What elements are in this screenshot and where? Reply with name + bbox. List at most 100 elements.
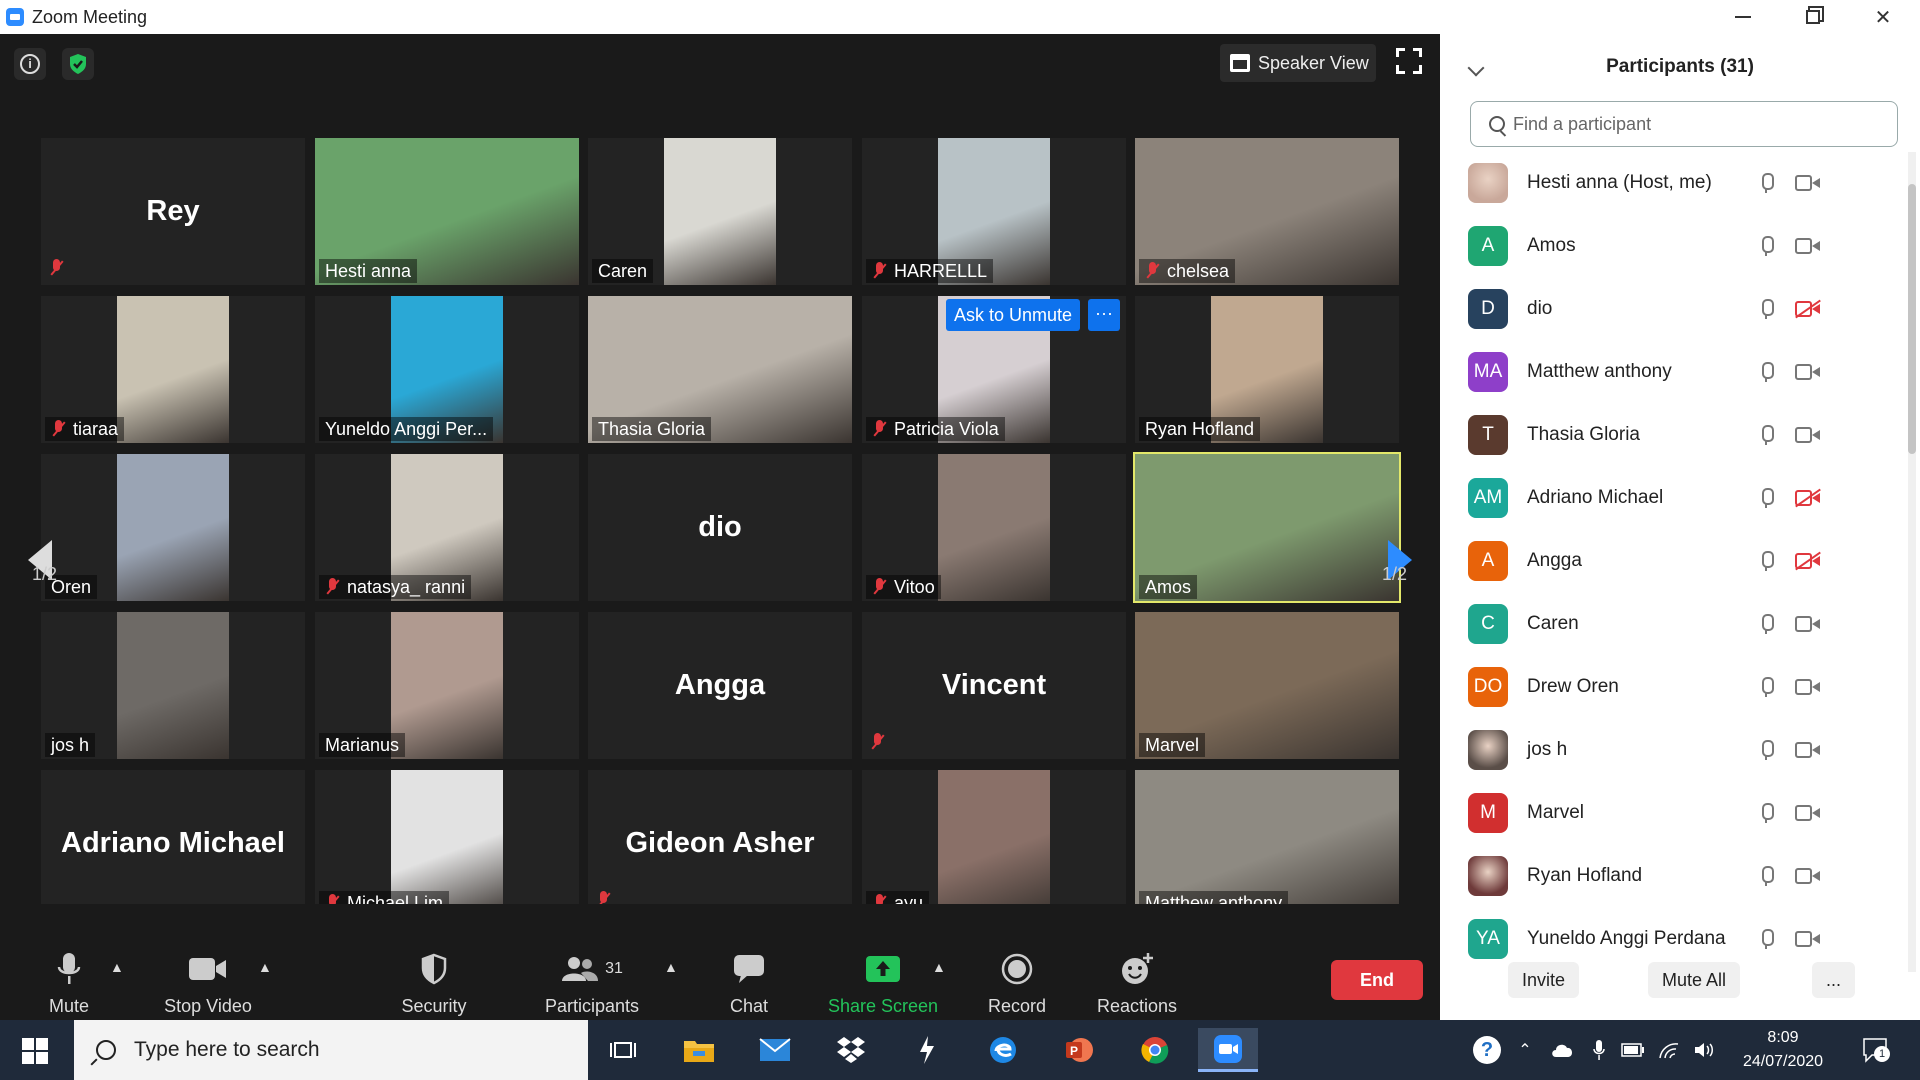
video-off-icon[interactable]	[1795, 299, 1821, 319]
video-camera-icon[interactable]	[1795, 175, 1821, 191]
file-explorer-icon[interactable]	[672, 1028, 726, 1072]
microphone-icon[interactable]	[1760, 551, 1774, 571]
speaker-view-button[interactable]: Speaker View	[1220, 44, 1376, 82]
scrollbar-thumb[interactable]	[1908, 184, 1916, 454]
cloud-icon[interactable]	[1548, 1038, 1576, 1062]
video-tile[interactable]: Adriano Michael	[41, 770, 305, 917]
mail-icon[interactable]	[748, 1028, 802, 1072]
close-button[interactable]: ✕	[1848, 0, 1918, 34]
participant-row[interactable]: M Marvel	[1440, 782, 1910, 844]
notifications-icon[interactable]: 1	[1858, 1038, 1894, 1063]
participant-row[interactable]: A Amos	[1440, 215, 1910, 277]
video-camera-icon[interactable]	[1795, 868, 1821, 884]
participant-row[interactable]: Ryan Hofland	[1440, 845, 1910, 907]
video-tile[interactable]: Vitoo	[862, 454, 1126, 601]
zoom-taskbar-icon[interactable]	[1198, 1028, 1258, 1072]
microphone-icon[interactable]	[1760, 425, 1774, 445]
encryption-button[interactable]	[62, 48, 94, 80]
video-tile[interactable]: Ryan Hofland	[1135, 296, 1399, 443]
video-camera-icon[interactable]	[1795, 742, 1821, 758]
help-icon[interactable]: ?	[1472, 1036, 1502, 1064]
video-camera-icon[interactable]	[1795, 679, 1821, 695]
participant-row[interactable]: T Thasia Gloria	[1440, 404, 1910, 466]
participant-row[interactable]: DO Drew Oren	[1440, 656, 1910, 718]
participant-row[interactable]: MA Matthew anthony	[1440, 341, 1910, 403]
video-tile[interactable]: natasya_ ranni	[315, 454, 579, 601]
speaker-volume-icon[interactable]	[1692, 1038, 1718, 1062]
microphone-icon[interactable]	[1760, 236, 1774, 256]
meeting-info-button[interactable]: i	[14, 48, 46, 80]
dropbox-icon[interactable]	[824, 1028, 878, 1072]
participant-search-box[interactable]	[1470, 101, 1898, 147]
video-tile[interactable]: Amos	[1133, 452, 1401, 603]
participant-row[interactable]: C Caren	[1440, 593, 1910, 655]
microphone-icon[interactable]	[1760, 803, 1774, 823]
participants-options-chevron-icon[interactable]: ▲	[664, 959, 678, 975]
video-camera-icon[interactable]	[1795, 616, 1821, 632]
bolt-app-icon[interactable]	[900, 1028, 954, 1072]
participant-row[interactable]: Ddio	[1440, 278, 1910, 340]
record-button[interactable]: Record	[952, 948, 1082, 1018]
microphone-icon[interactable]	[1760, 677, 1774, 697]
participant-row[interactable]: Hesti anna (Host, me)	[1440, 152, 1910, 214]
invite-button[interactable]: Invite	[1508, 962, 1580, 998]
video-tile[interactable]: chelsea	[1135, 138, 1399, 285]
security-button[interactable]: Security	[369, 948, 499, 1018]
video-tile[interactable]: ayu	[862, 770, 1126, 917]
minimize-button[interactable]	[1708, 0, 1778, 34]
tile-more-button[interactable]: ···	[1088, 299, 1120, 331]
share-screen-button[interactable]: Share Screen	[818, 948, 948, 1018]
audio-options-chevron-icon[interactable]: ▲	[110, 959, 124, 975]
mute-all-button[interactable]: Mute All	[1648, 962, 1741, 998]
panel-more-button[interactable]: ...	[1812, 962, 1856, 998]
reactions-button[interactable]: Reactions	[1072, 948, 1202, 1018]
video-tile[interactable]: Rey	[41, 138, 305, 285]
video-camera-icon[interactable]	[1795, 364, 1821, 380]
video-tile[interactable]: Yuneldo Anggi Per...	[315, 296, 579, 443]
participants-button[interactable]: 31 Participants	[527, 948, 657, 1018]
wifi-icon[interactable]	[1656, 1038, 1682, 1062]
ask-to-unmute-button[interactable]: Ask to Unmute	[946, 299, 1081, 331]
video-tile[interactable]: Angga	[588, 612, 852, 759]
microphone-tray-icon[interactable]	[1588, 1038, 1610, 1062]
end-meeting-button[interactable]: End	[1331, 960, 1423, 1000]
video-tile[interactable]: jos h	[41, 612, 305, 759]
microphone-icon[interactable]	[1760, 299, 1774, 319]
video-tile[interactable]: tiaraa	[41, 296, 305, 443]
microphone-icon[interactable]	[1760, 173, 1774, 193]
powerpoint-icon[interactable]: P	[1052, 1028, 1106, 1072]
video-options-chevron-icon[interactable]: ▲	[258, 959, 272, 975]
video-tile[interactable]: Hesti anna	[315, 138, 579, 285]
video-tile[interactable]: Matthew anthony	[1135, 770, 1399, 917]
taskbar-search-box[interactable]: Type here to search	[74, 1020, 588, 1080]
video-off-icon[interactable]	[1795, 488, 1821, 508]
participant-row[interactable]: jos h	[1440, 719, 1910, 781]
task-view-icon[interactable]	[596, 1028, 650, 1072]
video-camera-icon[interactable]	[1795, 427, 1821, 443]
participant-search-input[interactable]	[1513, 113, 1873, 135]
microphone-icon[interactable]	[1760, 866, 1774, 886]
video-tile[interactable]: Caren	[588, 138, 852, 285]
participant-row[interactable]: AM Adriano Michael	[1440, 467, 1910, 529]
video-tile[interactable]: Michael Lim	[315, 770, 579, 917]
video-tile[interactable]: dio	[588, 454, 852, 601]
battery-icon[interactable]	[1620, 1038, 1646, 1062]
video-tile[interactable]: Vincent	[862, 612, 1126, 759]
show-hidden-icons-chevron-icon[interactable]: ⌃	[1514, 1038, 1536, 1062]
chat-button[interactable]: Chat	[684, 948, 814, 1018]
edge-browser-icon[interactable]	[976, 1028, 1030, 1072]
participants-scrollbar[interactable]	[1908, 152, 1916, 972]
microphone-icon[interactable]	[1760, 362, 1774, 382]
chrome-icon[interactable]	[1128, 1028, 1182, 1072]
windows-start-icon[interactable]	[22, 1038, 48, 1064]
video-camera-icon[interactable]	[1795, 805, 1821, 821]
video-camera-icon[interactable]	[1795, 238, 1821, 254]
microphone-icon[interactable]	[1760, 488, 1774, 508]
video-tile[interactable]: Oren	[41, 454, 305, 601]
stop-video-button[interactable]: Stop Video	[143, 948, 273, 1018]
video-tile[interactable]: HARRELLL	[862, 138, 1126, 285]
video-tile[interactable]: Marianus	[315, 612, 579, 759]
microphone-icon[interactable]	[1760, 740, 1774, 760]
video-camera-icon[interactable]	[1795, 931, 1821, 947]
microphone-icon[interactable]	[1760, 614, 1774, 634]
